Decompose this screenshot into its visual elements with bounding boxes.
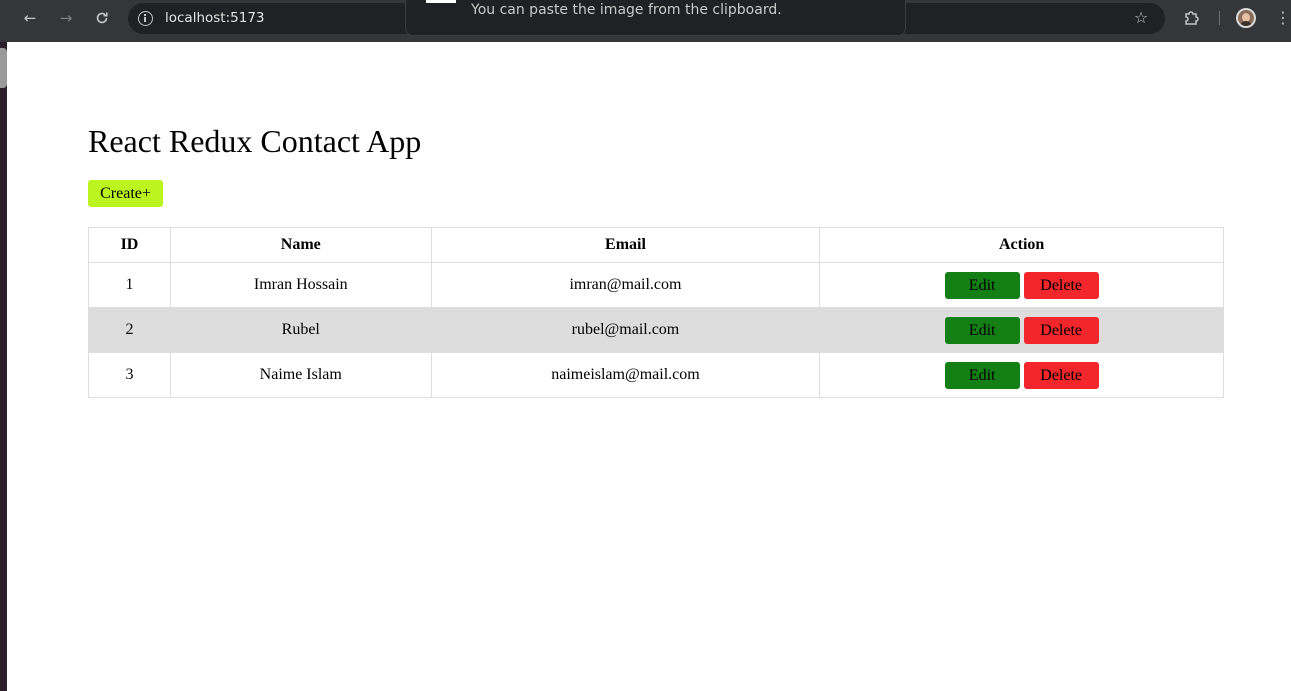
page-title: React Redux Contact App <box>88 123 422 159</box>
desktop-edge <box>0 42 7 691</box>
cell-id: 1 <box>88 262 171 308</box>
table-row: 3 Naime Islam naimeislam@mail.com Edit D… <box>88 352 1224 398</box>
create-button[interactable]: Create+ <box>88 180 163 207</box>
header-name: Name <box>169 227 432 263</box>
notification-text: You can paste the image from the clipboa… <box>471 2 782 18</box>
header-id: ID <box>88 227 171 263</box>
clipboard-notification: You can paste the image from the clipboa… <box>405 0 906 36</box>
edit-button[interactable]: Edit <box>944 316 1020 344</box>
edit-button[interactable]: Edit <box>944 361 1020 389</box>
forward-arrow-icon[interactable]: → <box>55 7 77 29</box>
table-header-row: ID Name Email Action <box>88 227 1224 263</box>
notification-image-icon <box>426 0 456 3</box>
edit-button[interactable]: Edit <box>944 271 1020 299</box>
cell-name: Imran Hossain <box>169 262 432 308</box>
contacts-table: ID Name Email Action 1 Imran Hossain imr… <box>88 227 1224 398</box>
cell-action: Edit Delete <box>819 307 1224 353</box>
header-action: Action <box>819 227 1224 263</box>
row-actions: Edit Delete <box>944 271 1099 299</box>
delete-button[interactable]: Delete <box>1023 271 1099 299</box>
delete-button[interactable]: Delete <box>1023 316 1099 344</box>
cell-name: Naime Islam <box>169 352 432 398</box>
url-text: localhost:5173 <box>165 10 265 26</box>
browser-toolbar: ← → localhost:5173 ☆ You can paste the i… <box>0 0 1291 42</box>
cell-action: Edit Delete <box>819 262 1224 308</box>
avatar[interactable] <box>1236 8 1256 28</box>
row-actions: Edit Delete <box>944 316 1099 344</box>
cell-action: Edit Delete <box>819 352 1224 398</box>
header-email: Email <box>430 227 821 263</box>
cell-email: imran@mail.com <box>430 262 821 308</box>
back-arrow-icon[interactable]: ← <box>19 7 41 29</box>
cell-name: Rubel <box>169 307 432 353</box>
row-actions: Edit Delete <box>944 361 1099 389</box>
cell-id: 2 <box>88 307 171 353</box>
toolbar-divider <box>1219 11 1220 25</box>
cell-id: 3 <box>88 352 171 398</box>
cell-email: rubel@mail.com <box>430 307 821 353</box>
puzzle-icon[interactable] <box>1182 8 1202 28</box>
table-row: 1 Imran Hossain imran@mail.com Edit Dele… <box>88 262 1224 308</box>
star-icon[interactable]: ☆ <box>1131 8 1151 28</box>
info-icon[interactable] <box>138 11 153 26</box>
kebab-menu-icon[interactable]: ⋮ <box>1275 8 1291 28</box>
cell-email: naimeislam@mail.com <box>430 352 821 398</box>
reload-icon[interactable] <box>91 7 113 29</box>
table-row: 2 Rubel rubel@mail.com Edit Delete <box>88 307 1224 353</box>
delete-button[interactable]: Delete <box>1023 361 1099 389</box>
